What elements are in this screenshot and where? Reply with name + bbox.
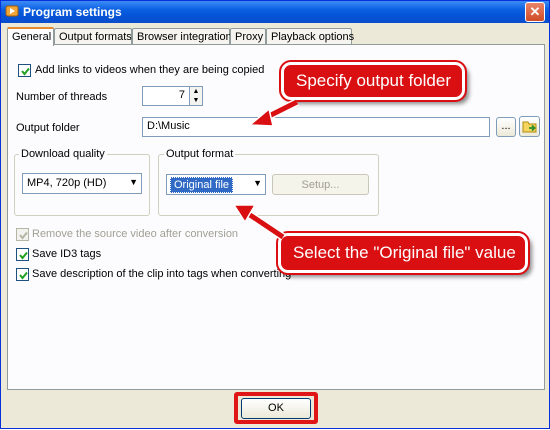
- ok-button[interactable]: OK: [241, 398, 311, 419]
- setup-button[interactable]: Setup...: [272, 174, 369, 195]
- chevron-down-icon: ▼: [129, 177, 138, 187]
- app-icon: [5, 5, 19, 17]
- browse-button[interactable]: ...: [496, 117, 516, 137]
- tab-browser-integration[interactable]: Browser integration: [132, 28, 232, 45]
- output-format-label: Output format: [164, 148, 236, 160]
- download-quality-select[interactable]: MP4, 720p (HD) ▼: [22, 173, 142, 194]
- callout-output-folder: Specify output folder: [279, 60, 467, 102]
- checkmark-icon: [19, 231, 28, 240]
- window-title: Program settings: [23, 5, 122, 19]
- chevron-down-icon: ▼: [253, 178, 262, 188]
- tab-output-formats[interactable]: Output formats: [54, 28, 132, 45]
- output-format-value: Original file: [170, 177, 234, 193]
- remove-source-checkbox[interactable]: [16, 228, 29, 241]
- checkmark-icon: [19, 251, 28, 260]
- setup-label: Setup...: [301, 179, 340, 191]
- ok-label: OK: [268, 402, 284, 414]
- tab-strip: General Output formats Browser integrati…: [7, 27, 547, 46]
- threads-spinner[interactable]: ▲ ▼: [189, 86, 203, 106]
- tab-proxy[interactable]: Proxy: [230, 28, 266, 45]
- general-tab-panel: Add links to videos when they are being …: [7, 44, 545, 390]
- remove-source-label: Remove the source video after conversion: [32, 228, 239, 240]
- output-format-select[interactable]: Original file ▼: [166, 174, 266, 195]
- callout-text: Specify output folder: [296, 71, 451, 90]
- browse-label: ...: [501, 120, 511, 132]
- tab-label: Proxy: [235, 31, 264, 43]
- save-description-label: Save description of the clip into tags w…: [32, 268, 292, 280]
- tab-label: Playback options: [271, 31, 355, 43]
- checkmark-icon: [19, 271, 28, 280]
- download-quality-value: MP4, 720p (HD): [27, 177, 107, 189]
- program-settings-window: Program settings ✕ General Output format…: [0, 0, 550, 429]
- threads-value: 7: [178, 89, 185, 101]
- spin-up-icon[interactable]: ▲: [190, 87, 202, 96]
- add-links-checkbox[interactable]: [18, 64, 31, 77]
- title-bar[interactable]: Program settings ✕: [1, 1, 549, 23]
- output-folder-label: Output folder: [16, 122, 80, 134]
- output-folder-input[interactable]: D:\Music: [142, 117, 490, 137]
- save-id3-checkbox[interactable]: [16, 248, 29, 261]
- save-description-checkbox[interactable]: [16, 268, 29, 281]
- spin-down-icon[interactable]: ▼: [190, 96, 202, 105]
- tab-label: General: [12, 31, 52, 43]
- threads-label: Number of threads: [16, 91, 108, 103]
- tab-label: Browser integration: [137, 31, 232, 43]
- add-links-label: Add links to videos when they are being …: [35, 64, 265, 76]
- tab-general[interactable]: General: [7, 27, 54, 46]
- close-icon: ✕: [529, 4, 541, 19]
- close-button[interactable]: ✕: [525, 2, 545, 22]
- open-folder-button[interactable]: [519, 116, 540, 137]
- checkmark-icon: [21, 67, 30, 76]
- output-folder-value: D:\Music: [147, 120, 190, 132]
- tab-label: Output formats: [59, 31, 132, 43]
- download-quality-label: Download quality: [19, 148, 107, 160]
- callout-output-format: Select the "Original file" value: [276, 231, 530, 275]
- callout-text: Select the "Original file" value: [293, 243, 516, 262]
- save-id3-label: Save ID3 tags: [32, 248, 102, 260]
- threads-input[interactable]: 7: [142, 86, 190, 106]
- open-folder-icon: [522, 121, 537, 133]
- tab-playback-options[interactable]: Playback options: [266, 28, 355, 45]
